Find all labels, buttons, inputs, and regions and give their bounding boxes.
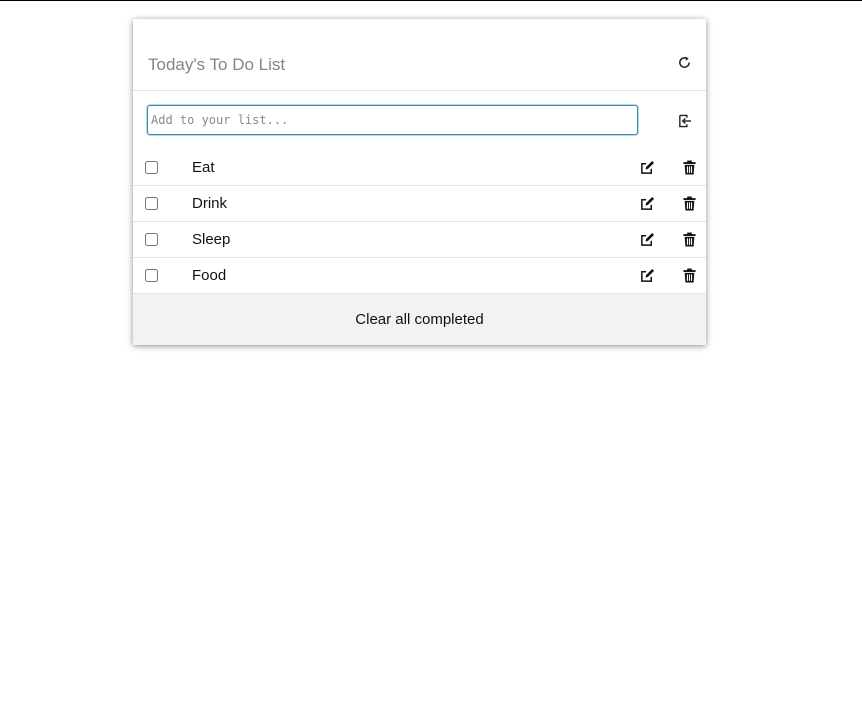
list-item: Drink [133, 186, 706, 222]
item-checkbox[interactable] [145, 269, 158, 282]
item-checkbox[interactable] [145, 197, 158, 210]
item-label: Eat [192, 159, 215, 176]
card-header: Today's To Do List [133, 19, 706, 91]
refresh-icon[interactable] [677, 55, 692, 70]
top-border [0, 0, 862, 1]
trash-icon[interactable] [683, 160, 696, 175]
item-label: Food [192, 267, 227, 284]
edit-icon[interactable] [640, 232, 655, 247]
sign-in-icon[interactable] [677, 114, 692, 128]
item-checkbox[interactable] [145, 233, 158, 246]
trash-icon[interactable] [683, 232, 696, 247]
item-checkbox[interactable] [145, 161, 158, 174]
list-item: Eat [133, 150, 706, 186]
edit-icon[interactable] [640, 268, 655, 283]
add-item-input[interactable] [147, 105, 638, 135]
item-label: Drink [192, 195, 228, 212]
edit-icon[interactable] [640, 196, 655, 211]
add-item-row [133, 91, 706, 149]
todo-card: Today's To Do List Eat [133, 19, 706, 345]
clear-completed-button[interactable]: Clear all completed [133, 294, 706, 345]
edit-icon[interactable] [640, 160, 655, 175]
todo-list: Eat Drink Sleep Food [133, 150, 706, 294]
page-title: Today's To Do List [148, 55, 286, 74]
list-item: Food [133, 258, 706, 294]
trash-icon[interactable] [683, 268, 696, 283]
item-label: Sleep [192, 231, 231, 248]
list-item: Sleep [133, 222, 706, 258]
trash-icon[interactable] [683, 196, 696, 211]
